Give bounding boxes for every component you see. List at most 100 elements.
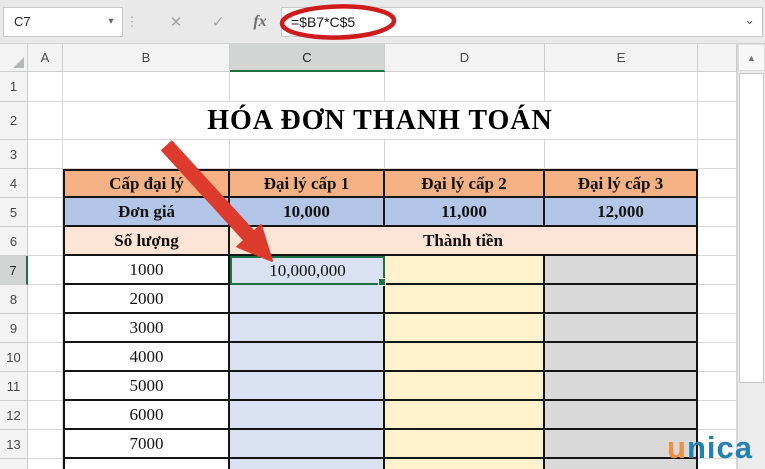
- select-all-corner[interactable]: [0, 44, 28, 72]
- vertical-scrollbar[interactable]: ▲: [737, 44, 765, 469]
- cell-c13[interactable]: [230, 430, 385, 459]
- cell-c10[interactable]: [230, 343, 385, 372]
- cell-b3[interactable]: [63, 140, 230, 169]
- row-header-5[interactable]: 5: [0, 198, 28, 227]
- row-header-3[interactable]: 3: [0, 140, 28, 169]
- cell-d5[interactable]: 11,000: [385, 198, 545, 227]
- row-header-14-partial[interactable]: [0, 459, 28, 469]
- expand-formula-bar-icon[interactable]: ⌄: [744, 12, 755, 28]
- row-header-2[interactable]: 2: [0, 102, 28, 140]
- cell-c5[interactable]: 10,000: [230, 198, 385, 227]
- cell-c8[interactable]: [230, 285, 385, 314]
- cell-a5[interactable]: [28, 198, 63, 227]
- row-header-4[interactable]: 4: [0, 169, 28, 198]
- cell-f12[interactable]: [698, 401, 737, 430]
- cell-a12[interactable]: [28, 401, 63, 430]
- cell-b1[interactable]: [63, 72, 230, 102]
- cell-e4[interactable]: Đại lý cấp 3: [545, 169, 698, 198]
- cell-b13[interactable]: 7000: [63, 430, 230, 459]
- cell-b8[interactable]: 2000: [63, 285, 230, 314]
- cell-a9[interactable]: [28, 314, 63, 343]
- column-header-a[interactable]: A: [28, 44, 63, 72]
- row-header-10[interactable]: 10: [0, 343, 28, 372]
- scroll-up-icon[interactable]: ▲: [738, 44, 765, 71]
- row-header-7[interactable]: 7: [0, 256, 28, 285]
- cell-e1[interactable]: [545, 72, 698, 102]
- name-box[interactable]: C7 ▾: [3, 7, 123, 37]
- cell-b11[interactable]: 5000: [63, 372, 230, 401]
- cell-e3[interactable]: [545, 140, 698, 169]
- cell-c9[interactable]: [230, 314, 385, 343]
- cell-d3[interactable]: [385, 140, 545, 169]
- cell-b10[interactable]: 4000: [63, 343, 230, 372]
- cell-b5[interactable]: Đơn giá: [63, 198, 230, 227]
- cell-d13[interactable]: [385, 430, 545, 459]
- cell-c11[interactable]: [230, 372, 385, 401]
- cell-f5[interactable]: [698, 198, 737, 227]
- row-header-6[interactable]: 6: [0, 227, 28, 256]
- cell-b7[interactable]: 1000: [63, 256, 230, 285]
- cell-f10[interactable]: [698, 343, 737, 372]
- cell-a2[interactable]: [28, 102, 63, 140]
- cell-c12[interactable]: [230, 401, 385, 430]
- formula-input[interactable]: =$B7*C$5 ⌄: [281, 7, 763, 37]
- cell-f2[interactable]: [698, 102, 737, 140]
- cell-a13[interactable]: [28, 430, 63, 459]
- cell-e12[interactable]: [545, 401, 698, 430]
- cell-f3[interactable]: [698, 140, 737, 169]
- cell-f9[interactable]: [698, 314, 737, 343]
- row-header-8[interactable]: 8: [0, 285, 28, 314]
- cell-d11[interactable]: [385, 372, 545, 401]
- column-header-b[interactable]: B: [63, 44, 230, 72]
- cell-c1[interactable]: [230, 72, 385, 102]
- cell-b9[interactable]: 3000: [63, 314, 230, 343]
- cell-d14[interactable]: [385, 459, 545, 469]
- column-header-c[interactable]: C: [230, 44, 385, 72]
- cell-d1[interactable]: [385, 72, 545, 102]
- invoice-title-cell[interactable]: HÓA ĐƠN THANH TOÁN: [63, 102, 698, 140]
- scrollbar-thumb[interactable]: [739, 73, 764, 383]
- cell-f1[interactable]: [698, 72, 737, 102]
- cell-d9[interactable]: [385, 314, 545, 343]
- name-box-dropdown-icon[interactable]: ▾: [100, 16, 122, 27]
- cell-a3[interactable]: [28, 140, 63, 169]
- cell-e9[interactable]: [545, 314, 698, 343]
- row-header-13[interactable]: 13: [0, 430, 28, 459]
- cancel-icon[interactable]: ✕: [155, 7, 197, 37]
- cell-d4[interactable]: Đại lý cấp 2: [385, 169, 545, 198]
- cell-e10[interactable]: [545, 343, 698, 372]
- cell-e5[interactable]: 12,000: [545, 198, 698, 227]
- row-header-9[interactable]: 9: [0, 314, 28, 343]
- cell-a14[interactable]: [28, 459, 63, 469]
- cell-f11[interactable]: [698, 372, 737, 401]
- cell-a10[interactable]: [28, 343, 63, 372]
- cell-d10[interactable]: [385, 343, 545, 372]
- cell-b14[interactable]: [63, 459, 230, 469]
- cell-b12[interactable]: 6000: [63, 401, 230, 430]
- cell-f6[interactable]: [698, 227, 737, 256]
- cell-d12[interactable]: [385, 401, 545, 430]
- row-header-1[interactable]: 1: [0, 72, 28, 102]
- cell-a8[interactable]: [28, 285, 63, 314]
- cell-c6-e6-merged[interactable]: Thành tiền: [230, 227, 698, 256]
- cell-c7-selected[interactable]: 10,000,000: [230, 256, 385, 285]
- cell-a11[interactable]: [28, 372, 63, 401]
- cell-a4[interactable]: [28, 169, 63, 198]
- cell-a6[interactable]: [28, 227, 63, 256]
- enter-icon[interactable]: ✓: [197, 7, 239, 37]
- cell-c14[interactable]: [230, 459, 385, 469]
- cell-b6[interactable]: Số lượng: [63, 227, 230, 256]
- row-header-12[interactable]: 12: [0, 401, 28, 430]
- cell-a1[interactable]: [28, 72, 63, 102]
- cell-d7[interactable]: [385, 256, 545, 285]
- insert-function-icon[interactable]: fx: [239, 7, 281, 37]
- cell-b4[interactable]: Cấp đại lý: [63, 169, 230, 198]
- column-header-e[interactable]: E: [545, 44, 698, 72]
- cell-f8[interactable]: [698, 285, 737, 314]
- cell-e7[interactable]: [545, 256, 698, 285]
- cell-d8[interactable]: [385, 285, 545, 314]
- cell-a7[interactable]: [28, 256, 63, 285]
- column-header-f-partial[interactable]: [698, 44, 737, 72]
- cell-f4[interactable]: [698, 169, 737, 198]
- cell-e11[interactable]: [545, 372, 698, 401]
